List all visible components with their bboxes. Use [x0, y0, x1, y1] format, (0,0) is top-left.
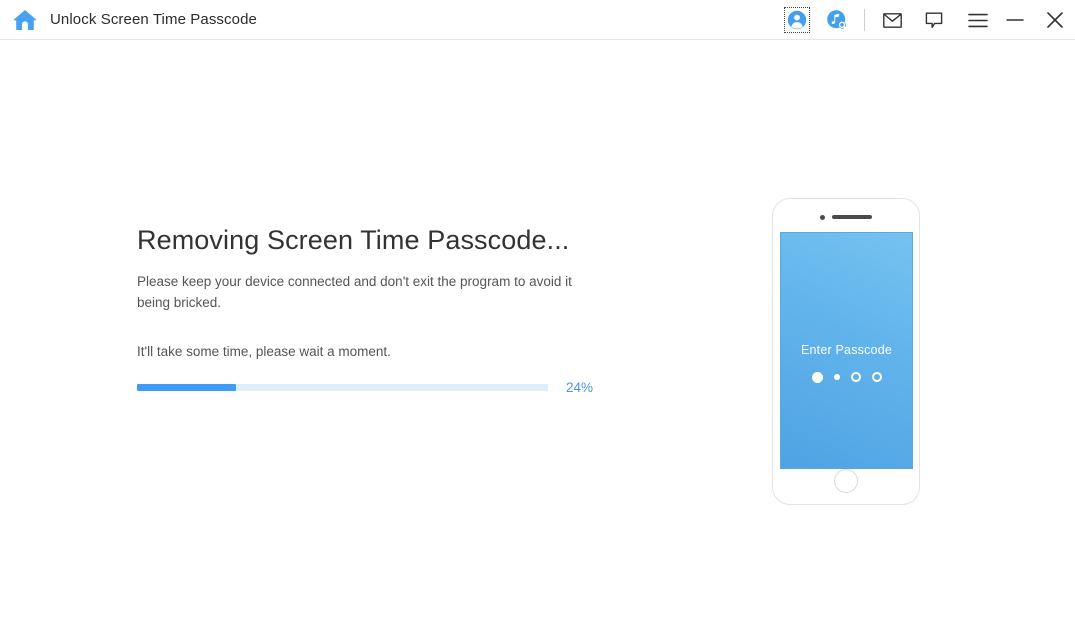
phone-top-bar [773, 212, 919, 222]
titlebar-left: Unlock Screen Time Passcode [0, 8, 257, 32]
titlebar: Unlock Screen Time Passcode [0, 0, 1075, 40]
feedback-icon[interactable] [917, 5, 951, 35]
menu-icon[interactable] [961, 5, 995, 35]
home-icon[interactable] [12, 8, 38, 32]
mail-icon[interactable] [875, 5, 909, 35]
minimize-icon[interactable] [995, 3, 1035, 37]
phone-screen: Enter Passcode [780, 232, 913, 469]
phone-home-button [834, 469, 858, 493]
progress-percent-label: 24% [566, 380, 593, 395]
passcode-dot-1 [812, 372, 823, 383]
main-content: Removing Screen Time Passcode... Please … [0, 41, 1075, 633]
titlebar-divider [864, 9, 865, 31]
passcode-dots [812, 370, 882, 384]
itunes-search-icon[interactable] [820, 5, 854, 35]
progress-bar-fill [137, 384, 236, 391]
passcode-dot-3 [851, 372, 861, 382]
phone-camera-icon [820, 215, 825, 220]
phone-speaker-icon [832, 215, 872, 219]
titlebar-right [780, 0, 1075, 40]
page-title: Removing Screen Time Passcode... [137, 224, 597, 256]
progress-bar [137, 384, 548, 391]
warning-text: Please keep your device connected and do… [137, 272, 592, 314]
status-pane: Removing Screen Time Passcode... Please … [137, 224, 597, 395]
wait-text: It'll take some time, please wait a mome… [137, 344, 597, 359]
progress-row: 24% [137, 380, 597, 395]
phone-mockup: Enter Passcode [772, 198, 920, 505]
passcode-dot-2 [834, 374, 840, 380]
passcode-dot-4 [872, 372, 882, 382]
close-icon[interactable] [1035, 3, 1075, 37]
account-icon[interactable] [784, 7, 810, 33]
app-title: Unlock Screen Time Passcode [50, 11, 257, 28]
enter-passcode-label: Enter Passcode [801, 343, 892, 357]
